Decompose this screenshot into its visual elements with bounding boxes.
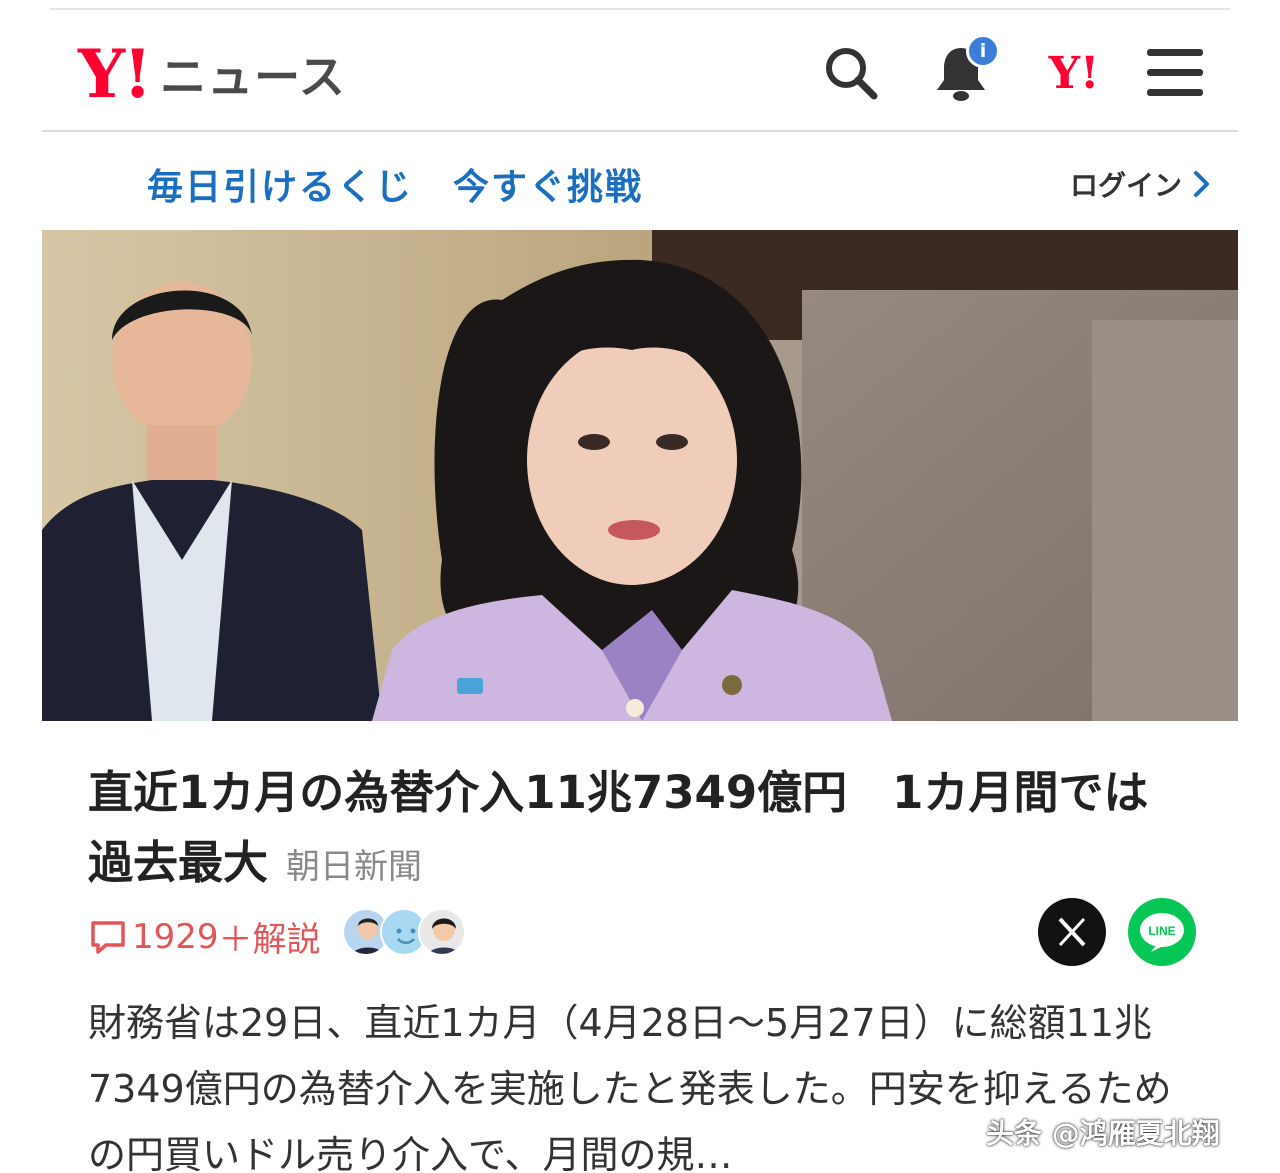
login-label: ログイン xyxy=(1069,169,1182,202)
line-logo-icon: LINE xyxy=(1140,913,1184,952)
site-header: Y! ニュース i Y! xyxy=(42,12,1238,130)
notification-badge: i xyxy=(966,34,1000,68)
notification-button[interactable]: i xyxy=(928,34,1000,106)
lottery-promo-link[interactable]: 毎日引けるくじ 今すぐ挑戦 xyxy=(147,158,643,210)
search-button[interactable] xyxy=(818,40,884,106)
login-link[interactable]: ログイン xyxy=(1070,164,1212,204)
article-meta-row: 1929 ＋解説 LINE xyxy=(88,898,1198,968)
share-x-button[interactable] xyxy=(1038,898,1106,966)
comments-link[interactable]: 1929 ＋解説 xyxy=(88,912,321,961)
hero-image xyxy=(42,230,1238,721)
subnav-bar: 毎日引けるくじ 今すぐ挑戦 ログイン xyxy=(42,150,1238,214)
article-hero-photo[interactable] xyxy=(42,230,1238,721)
promo-text-2: 今すぐ挑戦 xyxy=(453,167,644,208)
yahoo-news-logo[interactable]: Y! ニュース xyxy=(78,34,346,114)
search-icon xyxy=(826,48,878,100)
comment-suffix: ＋解説 xyxy=(218,920,321,960)
chevron-right-icon xyxy=(1194,171,1209,197)
expert-avatars[interactable] xyxy=(342,908,466,960)
promo-text-1: 毎日引けるくじ xyxy=(147,167,414,208)
hamburger-menu-icon xyxy=(1147,49,1203,96)
top-divider xyxy=(50,8,1230,10)
menu-button[interactable] xyxy=(1142,40,1208,106)
share-line-button[interactable]: LINE xyxy=(1128,898,1196,966)
line-label: LINE xyxy=(1148,924,1175,938)
avatar-person-icon xyxy=(420,910,464,954)
article-source: 朝日新聞 xyxy=(286,847,423,887)
avatar xyxy=(418,908,466,956)
headline-text: 直近1カ月の為替介入11兆7349億円 1カ月間では過去最大 xyxy=(88,766,1149,889)
logo-text: ニュース xyxy=(160,50,346,104)
x-logo-icon xyxy=(1058,917,1086,947)
comment-bubble-icon xyxy=(91,920,125,954)
header-divider xyxy=(42,130,1238,132)
yahoo-home-link[interactable]: Y! xyxy=(1034,40,1114,106)
toutiao-watermark: 头条 @鸿雁夏北翔 xyxy=(986,1117,1220,1150)
article-headline[interactable]: 直近1カ月の為替介入11兆7349億円 1カ月間では過去最大 朝日新聞 xyxy=(88,758,1188,902)
comment-count: 1929 xyxy=(132,916,219,957)
logo-mark: Y! xyxy=(78,35,152,113)
